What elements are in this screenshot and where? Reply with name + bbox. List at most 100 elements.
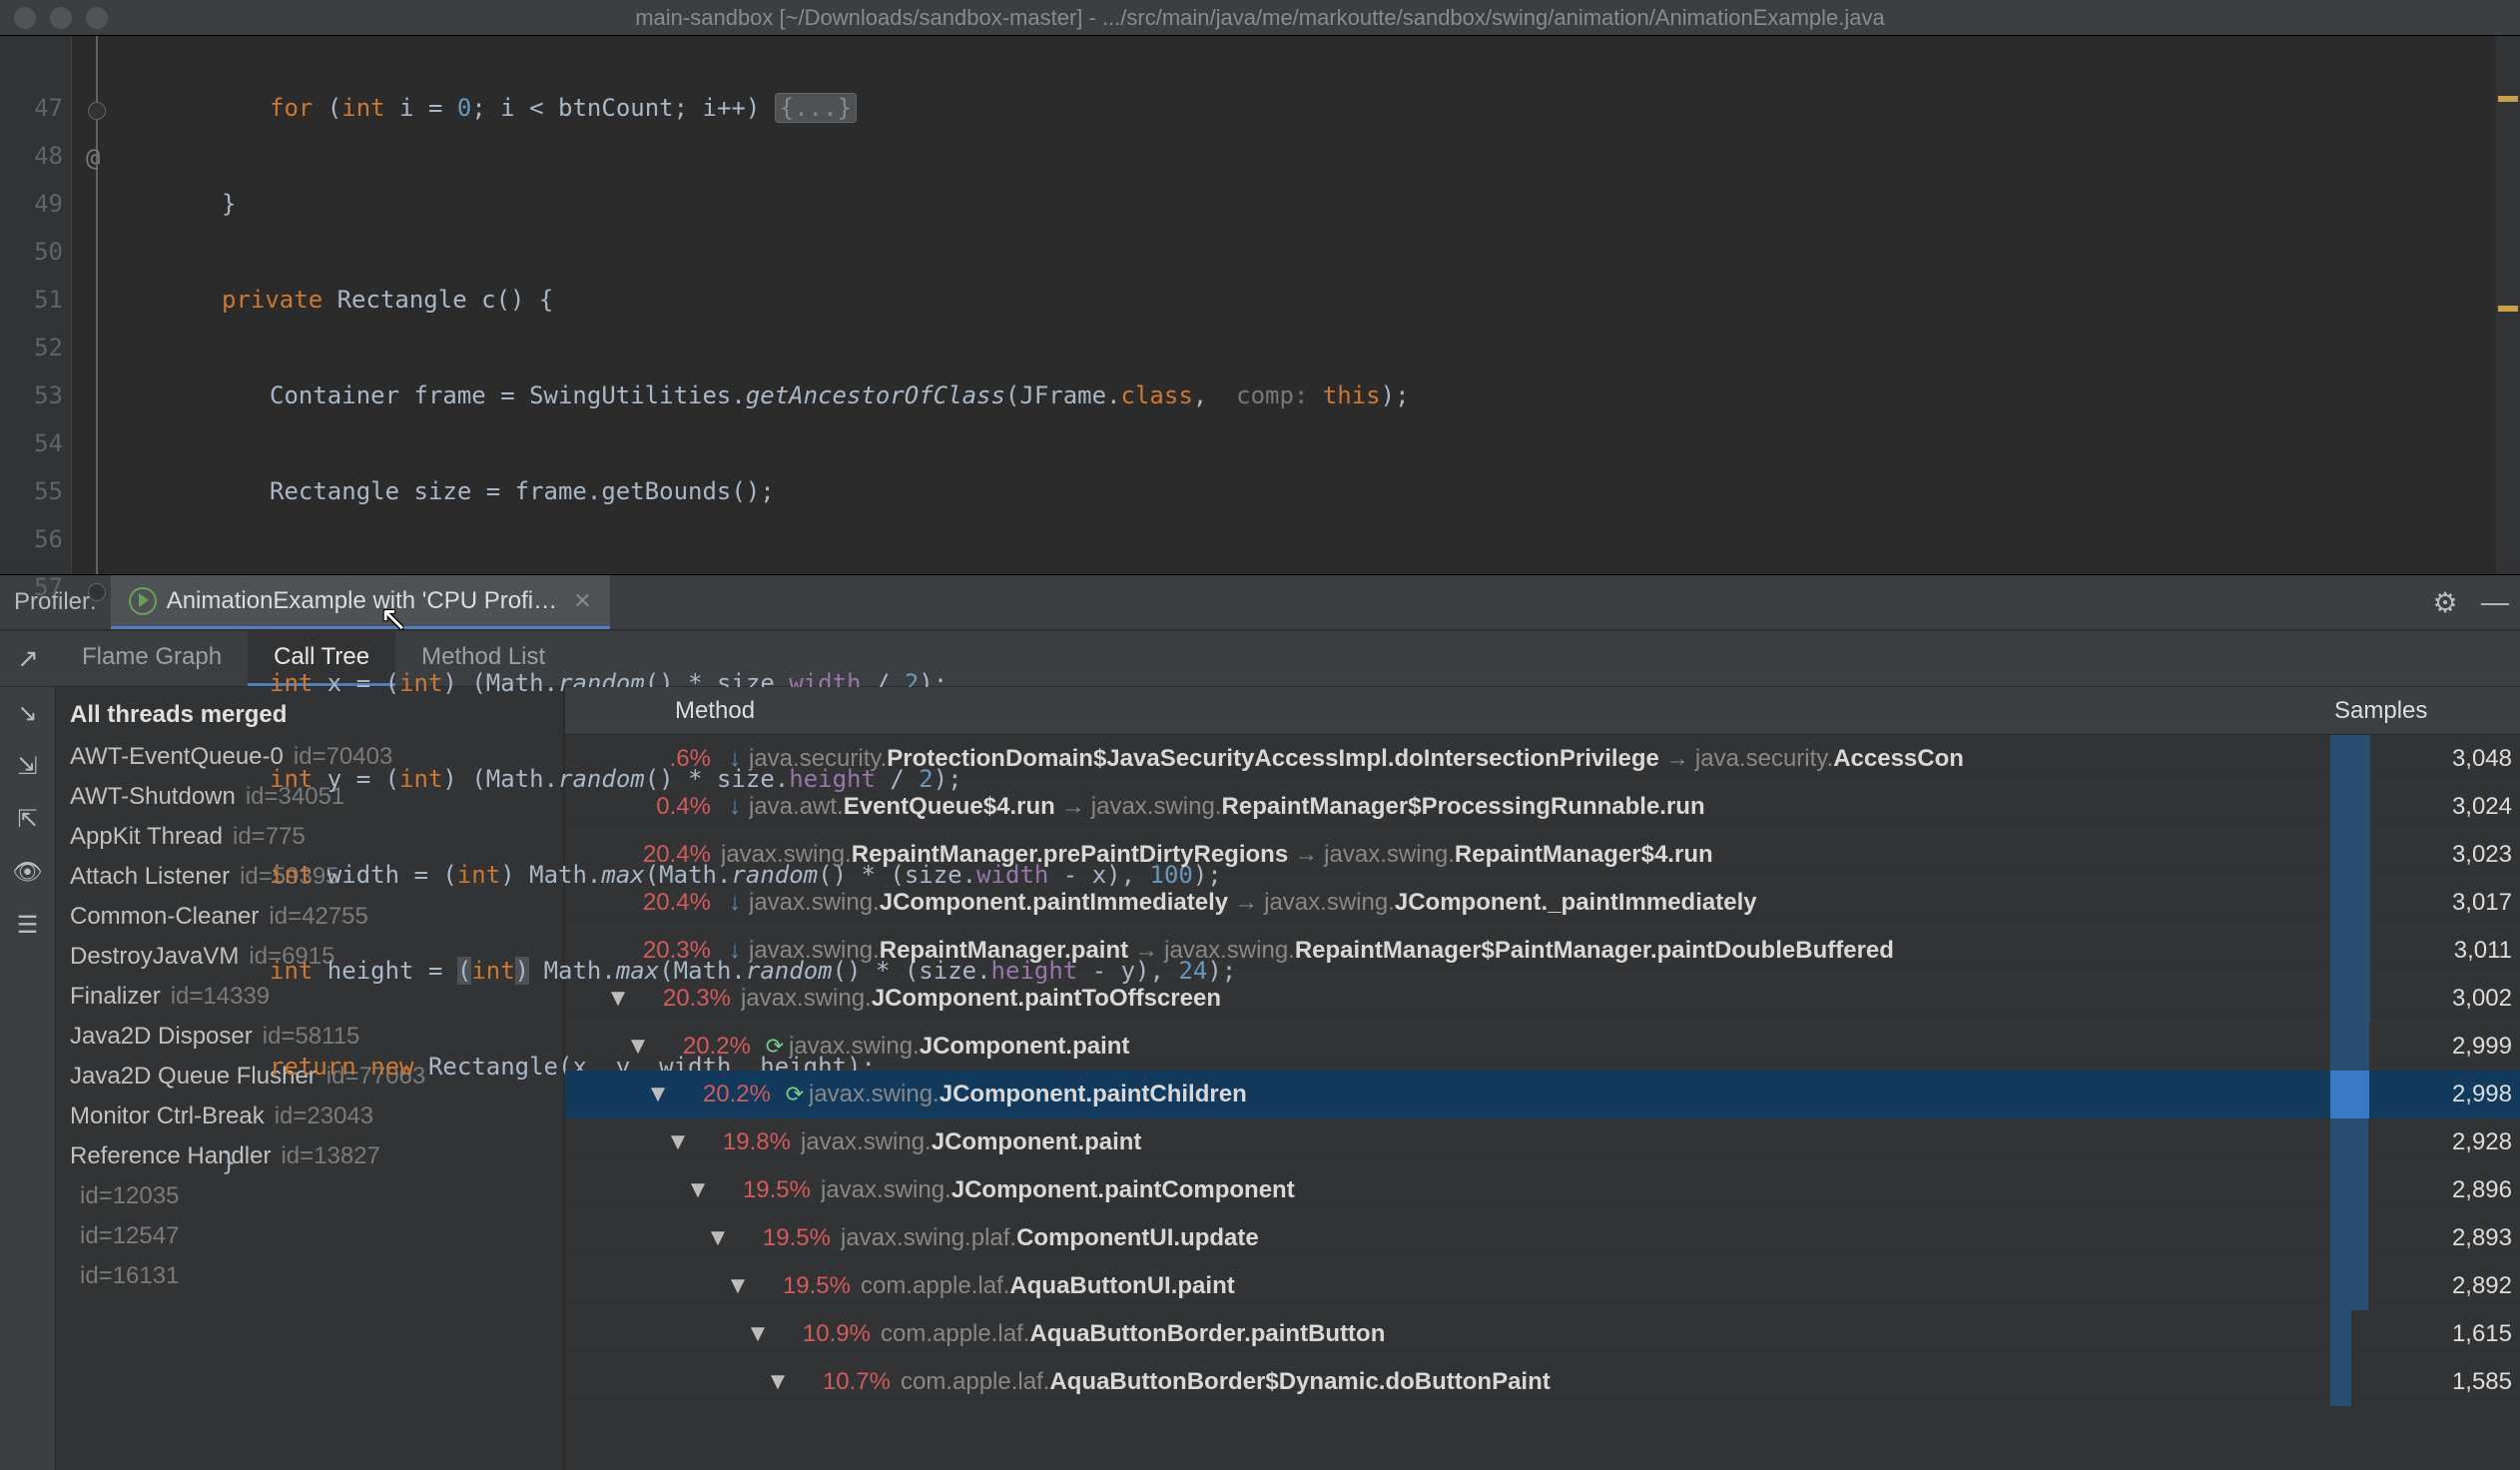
- code-editor[interactable]: for (int i = 0; i < btnCount; i++) {...}…: [122, 36, 2496, 574]
- call-tree-table[interactable]: Method Samples .6%↓java.security.Protect…: [565, 687, 2520, 1470]
- editor-scrollbar[interactable]: [2496, 36, 2520, 574]
- row-percent: 10.7%: [791, 1368, 901, 1396]
- row-method: java.security.ProtectionDomain$JavaSecur…: [749, 745, 2330, 773]
- expand-chevron-icon[interactable]: ▼: [625, 1033, 651, 1061]
- row-samples: 1,615: [2370, 1320, 2520, 1348]
- folded-region[interactable]: {...}: [775, 93, 857, 123]
- row-samples: 2,999: [2370, 1033, 2520, 1061]
- call-tree-header: Method Samples: [565, 687, 2520, 735]
- profiler-side-toolbar: ↘ ⇲ ⇱ 👁 ☰: [0, 687, 56, 1470]
- line-number[interactable]: 51: [0, 276, 71, 324]
- row-percent: 20.4%: [611, 889, 721, 917]
- samples-bar: [2330, 1262, 2370, 1310]
- row-percent: 19.5%: [711, 1176, 821, 1204]
- expand-chevron-icon[interactable]: ▼: [705, 1224, 731, 1252]
- title-bar: main-sandbox [~/Downloads/sandbox-master…: [0, 0, 2520, 36]
- row-percent: .6%: [611, 745, 721, 773]
- call-tree-row[interactable]: ▼19.5%com.apple.laf.AquaButtonUI.paint2,…: [565, 1262, 2520, 1310]
- window-controls[interactable]: [14, 7, 108, 29]
- row-percent: 20.3%: [631, 985, 741, 1013]
- call-tree-row[interactable]: ▼19.5%javax.swing.JComponent.paintCompon…: [565, 1166, 2520, 1214]
- fold-handle-icon[interactable]: [88, 583, 106, 601]
- window-minimize-button[interactable]: [50, 7, 72, 29]
- line-number[interactable]: 55: [0, 467, 71, 515]
- samples-bar: [2330, 783, 2370, 831]
- call-tree-row[interactable]: ▼10.9%com.apple.laf.AquaButtonBorder.pai…: [565, 1310, 2520, 1358]
- focus-on-subtree-button[interactable]: ↘: [17, 699, 37, 728]
- row-percent: 19.5%: [731, 1224, 841, 1252]
- code-line[interactable]: Rectangle size = frame.getBounds();: [270, 467, 2496, 515]
- row-method: com.apple.laf.AquaButtonBorder$Dynamic.d…: [901, 1368, 2330, 1396]
- tab-flame-graph[interactable]: Flame Graph: [56, 631, 248, 686]
- call-tree-row[interactable]: ▼20.2%⟳javax.swing.JComponent.paintChild…: [565, 1071, 2520, 1118]
- line-number[interactable]: 56: [0, 515, 71, 563]
- fold-handle-icon[interactable]: [88, 102, 106, 120]
- open-in-new-window-button[interactable]: ↗: [0, 631, 56, 686]
- call-tree-row[interactable]: ▼19.5%javax.swing.plaf.ComponentUI.updat…: [565, 1214, 2520, 1262]
- code-line[interactable]: [222, 563, 2496, 611]
- code-line[interactable]: Container frame = SwingUtilities.getAnce…: [270, 371, 2496, 419]
- call-tree-row[interactable]: 20.3%↓javax.swing.RepaintManager.paint→j…: [565, 927, 2520, 975]
- row-method: javax.swing.JComponent.paint: [789, 1033, 2330, 1061]
- row-method: java.awt.EventQueue$4.run→javax.swing.Re…: [749, 793, 2330, 821]
- row-method: javax.swing.JComponent.paintComponent: [821, 1176, 2330, 1204]
- samples-bar: [2330, 1166, 2370, 1214]
- expand-chevron-icon[interactable]: ▼: [765, 1368, 791, 1396]
- line-number[interactable]: 53: [0, 371, 71, 419]
- line-number[interactable]: [0, 36, 71, 84]
- collapse-button[interactable]: ⇱: [17, 805, 37, 834]
- line-gutter[interactable]: 47 48 49 50 51 52 53 54 55 56 57: [0, 36, 72, 574]
- filter-button[interactable]: 👁: [12, 858, 42, 887]
- expand-button[interactable]: ⇲: [17, 752, 37, 781]
- row-samples: 1,585: [2370, 1368, 2520, 1396]
- expand-chevron-icon[interactable]: ▼: [665, 1128, 691, 1156]
- expand-chevron-icon[interactable]: ▼: [645, 1081, 671, 1108]
- collapse-icon: ⇱: [17, 806, 37, 833]
- line-number[interactable]: 47: [0, 84, 71, 132]
- call-tree-row[interactable]: 0.4%↓java.awt.EventQueue$4.run→javax.swi…: [565, 783, 2520, 831]
- row-method: com.apple.laf.AquaButtonUI.paint: [861, 1272, 2330, 1300]
- scroll-mark[interactable]: [2498, 96, 2518, 102]
- expand-chevron-icon[interactable]: ▼: [725, 1272, 751, 1300]
- call-tree-row[interactable]: 20.4%↓javax.swing.JComponent.paintImmedi…: [565, 879, 2520, 927]
- expand-chevron-icon[interactable]: ▼: [745, 1320, 771, 1348]
- code-line[interactable]: for (int i = 0; i < btnCount; i++) {...}: [270, 84, 2496, 132]
- samples-bar: [2330, 1071, 2370, 1118]
- menu-button[interactable]: ☰: [17, 911, 39, 940]
- row-method: javax.swing.RepaintManager.prePaintDirty…: [721, 841, 2330, 869]
- row-method: javax.swing.RepaintManager.paint→javax.s…: [749, 937, 2330, 965]
- samples-bar: [2330, 879, 2370, 927]
- code-line[interactable]: private Rectangle c() {: [222, 276, 2496, 324]
- row-percent: 20.2%: [671, 1081, 781, 1108]
- line-number[interactable]: 54: [0, 419, 71, 467]
- column-samples[interactable]: Samples: [2320, 697, 2520, 725]
- line-number[interactable]: 48: [0, 132, 71, 180]
- line-number[interactable]: 52: [0, 324, 71, 371]
- expand-chevron-icon[interactable]: ▼: [605, 985, 631, 1013]
- row-percent: 10.9%: [771, 1320, 881, 1348]
- scroll-mark[interactable]: [2498, 306, 2518, 312]
- call-tree-row[interactable]: ▼20.3%javax.swing.JComponent.paintToOffs…: [565, 975, 2520, 1023]
- window-zoom-button[interactable]: [86, 7, 108, 29]
- call-tree-row[interactable]: ▼20.2%⟳javax.swing.JComponent.paint2,999: [565, 1023, 2520, 1071]
- expand-chevron-icon[interactable]: ▼: [685, 1176, 711, 1204]
- row-method: javax.swing.JComponent.paintImmediately→…: [749, 889, 2330, 917]
- recursion-icon: ⟳: [781, 1082, 809, 1107]
- editor-area[interactable]: 47 48 49 50 51 52 53 54 55 56 57 @ for (…: [0, 36, 2520, 575]
- line-number[interactable]: 49: [0, 180, 71, 228]
- call-tree-row[interactable]: ▼19.8%javax.swing.JComponent.paint2,928: [565, 1118, 2520, 1166]
- row-percent: 0.4%: [611, 793, 721, 821]
- column-method[interactable]: Method: [595, 697, 2320, 725]
- samples-bar: [2330, 831, 2370, 879]
- call-tree-row[interactable]: 20.4%javax.swing.RepaintManager.prePaint…: [565, 831, 2520, 879]
- fold-column[interactable]: @: [72, 36, 122, 574]
- code-line[interactable]: }: [222, 180, 2496, 228]
- line-number[interactable]: 50: [0, 228, 71, 276]
- diff-marker: @: [86, 144, 100, 172]
- window-close-button[interactable]: [14, 7, 36, 29]
- call-tree-row[interactable]: .6%↓java.security.ProtectionDomain$JavaS…: [565, 735, 2520, 783]
- line-number[interactable]: 57: [0, 563, 71, 611]
- expand-icon: ⇲: [17, 753, 37, 780]
- menu-icon: ☰: [17, 912, 39, 939]
- call-tree-row[interactable]: ▼10.7%com.apple.laf.AquaButtonBorder$Dyn…: [565, 1358, 2520, 1406]
